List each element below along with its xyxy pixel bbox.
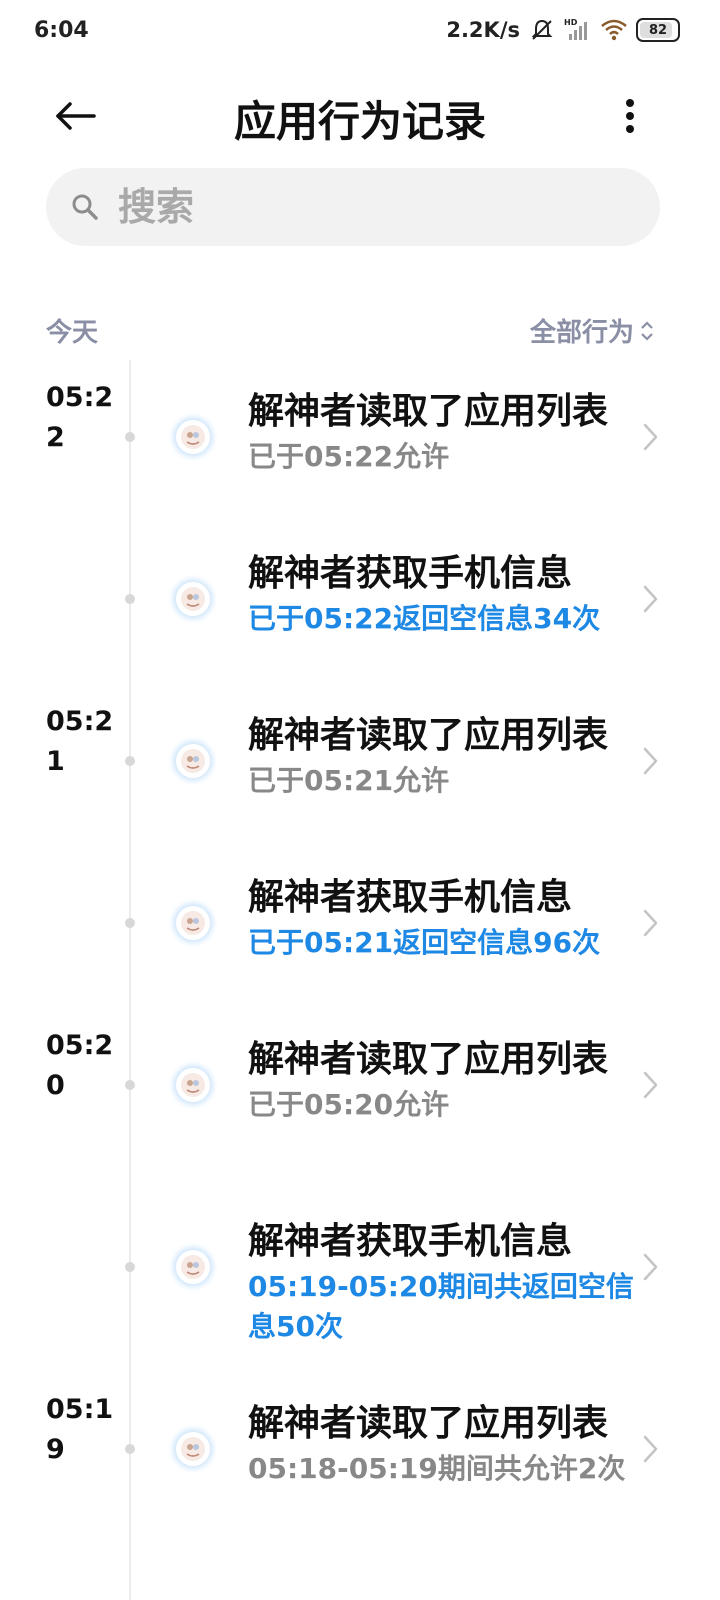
mute-bell-icon xyxy=(531,19,553,40)
app-bar: 应用行为记录 xyxy=(0,70,720,160)
entry-title: 解神者获取手机信息 xyxy=(248,877,573,918)
behavior-list-item[interactable]: 05:19 解神者读取了应用列表 05:18-05:19期间共允许2次 xyxy=(0,1368,720,1530)
day-label: 今天 xyxy=(46,318,99,348)
app-avatar xyxy=(176,582,210,616)
chevron-right-icon xyxy=(643,1435,658,1463)
timeline-dot xyxy=(125,594,135,604)
behavior-list-item[interactable]: 05:20 解神者读取了应用列表已于05:20允许 xyxy=(0,1004,720,1166)
timeline-dot xyxy=(125,432,135,442)
entry-title: 解神者读取了应用列表 xyxy=(248,715,609,756)
more-options-button[interactable] xyxy=(610,92,650,140)
status-time: 6:04 xyxy=(34,18,89,43)
entry-chevron xyxy=(638,419,662,455)
chevron-right-icon xyxy=(643,1253,658,1281)
battery-level: 82 xyxy=(648,22,668,38)
chevron-right-icon xyxy=(643,585,658,613)
entry-time: 05:21 xyxy=(46,706,114,777)
chevron-right-icon xyxy=(643,909,658,937)
entry-text: 解神者获取手机信息 05:19-05:20期间共返回空信息50次 xyxy=(248,1219,638,1347)
search-icon xyxy=(72,194,98,220)
wifi-icon xyxy=(601,19,627,41)
app-avatar xyxy=(176,1068,210,1102)
search-bar[interactable] xyxy=(46,168,660,246)
app-avatar xyxy=(176,420,210,454)
entry-chevron xyxy=(638,905,662,941)
hd-signal-icon: HD xyxy=(564,18,587,40)
app-avatar-icon xyxy=(181,425,205,449)
entry-chevron xyxy=(638,1249,662,1285)
entry-text: 解神者读取了应用列表已于05:22允许 xyxy=(248,389,638,477)
timeline-dot xyxy=(125,1080,135,1090)
entry-chevron xyxy=(638,1431,662,1467)
behavior-filter-dropdown[interactable]: 全部行为 xyxy=(530,312,654,349)
entry-text: 解神者读取了应用列表已于05:21允许 xyxy=(248,713,638,801)
app-avatar-icon xyxy=(181,1255,205,1279)
entry-text: 解神者获取手机信息已于05:22返回空信息34次 xyxy=(248,551,638,639)
app-avatar-icon xyxy=(181,749,205,773)
more-vert-icon xyxy=(626,99,634,133)
entry-subtitle: 已于05:20允许 xyxy=(248,1088,450,1121)
app-avatar xyxy=(176,1250,210,1284)
chevron-right-icon xyxy=(643,1071,658,1099)
app-avatar-icon xyxy=(181,1437,205,1461)
behavior-list-item[interactable]: 解神者获取手机信息 05:19-05:20期间共返回空信息50次 xyxy=(0,1166,720,1343)
timeline-dot xyxy=(125,756,135,766)
entry-title: 解神者获取手机信息 xyxy=(248,553,573,594)
svg-text:HD: HD xyxy=(564,18,578,27)
behavior-list-item[interactable]: 05:21 解神者读取了应用列表已于05:21允许 xyxy=(0,680,720,842)
entry-subtitle: 05:18-05:19期间共允许2次 xyxy=(248,1452,626,1485)
app-avatar xyxy=(176,1432,210,1466)
app-avatar xyxy=(176,744,210,778)
search-input[interactable] xyxy=(116,184,640,230)
entry-title: 解神者读取了应用列表 xyxy=(248,391,609,432)
entry-subtitle: 已于05:22返回空信息34次 xyxy=(248,602,601,635)
timeline-dot xyxy=(125,918,135,928)
app-avatar-icon xyxy=(181,1073,205,1097)
entry-chevron xyxy=(638,581,662,617)
entry-time: 05:19 xyxy=(46,1394,114,1465)
entry-text: 解神者获取手机信息已于05:21返回空信息96次 xyxy=(248,875,638,963)
entry-chevron xyxy=(638,743,662,779)
app-avatar-icon xyxy=(181,911,205,935)
sort-toggle-icon xyxy=(641,320,653,341)
entry-title: 解神者获取手机信息 xyxy=(248,1221,573,1262)
entry-subtitle: 05:19-05:20期间共返回空信息50次 xyxy=(248,1270,634,1343)
network-speed: 2.2K/s xyxy=(446,18,520,42)
behavior-list-item[interactable]: 解神者获取手机信息已于05:22返回空信息34次 xyxy=(0,518,720,680)
entry-time: 05:22 xyxy=(46,382,114,453)
entry-subtitle: 已于05:21返回空信息96次 xyxy=(248,926,601,959)
chevron-right-icon xyxy=(643,423,658,451)
behavior-list-item[interactable]: 05:22 解神者读取了应用列表已于05:22允许 xyxy=(0,356,720,518)
app-avatar xyxy=(176,906,210,940)
entry-title: 解神者读取了应用列表 xyxy=(248,1403,609,1444)
battery-icon: 82 xyxy=(636,18,680,42)
entry-subtitle: 已于05:21允许 xyxy=(248,764,450,797)
filter-label: 全部行为 xyxy=(529,318,634,348)
entry-text: 解神者读取了应用列表已于05:20允许 xyxy=(248,1037,638,1125)
timeline-dot xyxy=(125,1444,135,1454)
timeline-dot xyxy=(125,1262,135,1272)
chevron-right-icon xyxy=(643,747,658,775)
behavior-list-item[interactable]: 解神者获取手机信息已于05:21返回空信息96次 xyxy=(0,842,720,1004)
entry-text: 解神者读取了应用列表 05:18-05:19期间共允许2次 xyxy=(248,1401,638,1489)
entry-title: 解神者读取了应用列表 xyxy=(248,1039,609,1080)
entry-time: 05:20 xyxy=(46,1030,114,1101)
app-avatar-icon xyxy=(181,587,205,611)
status-icons: 2.2K/s HD 82 xyxy=(446,16,680,44)
status-bar: 6:04 2.2K/s HD 82 xyxy=(0,0,720,64)
entry-subtitle: 已于05:22允许 xyxy=(248,440,450,473)
entry-chevron xyxy=(638,1067,662,1103)
